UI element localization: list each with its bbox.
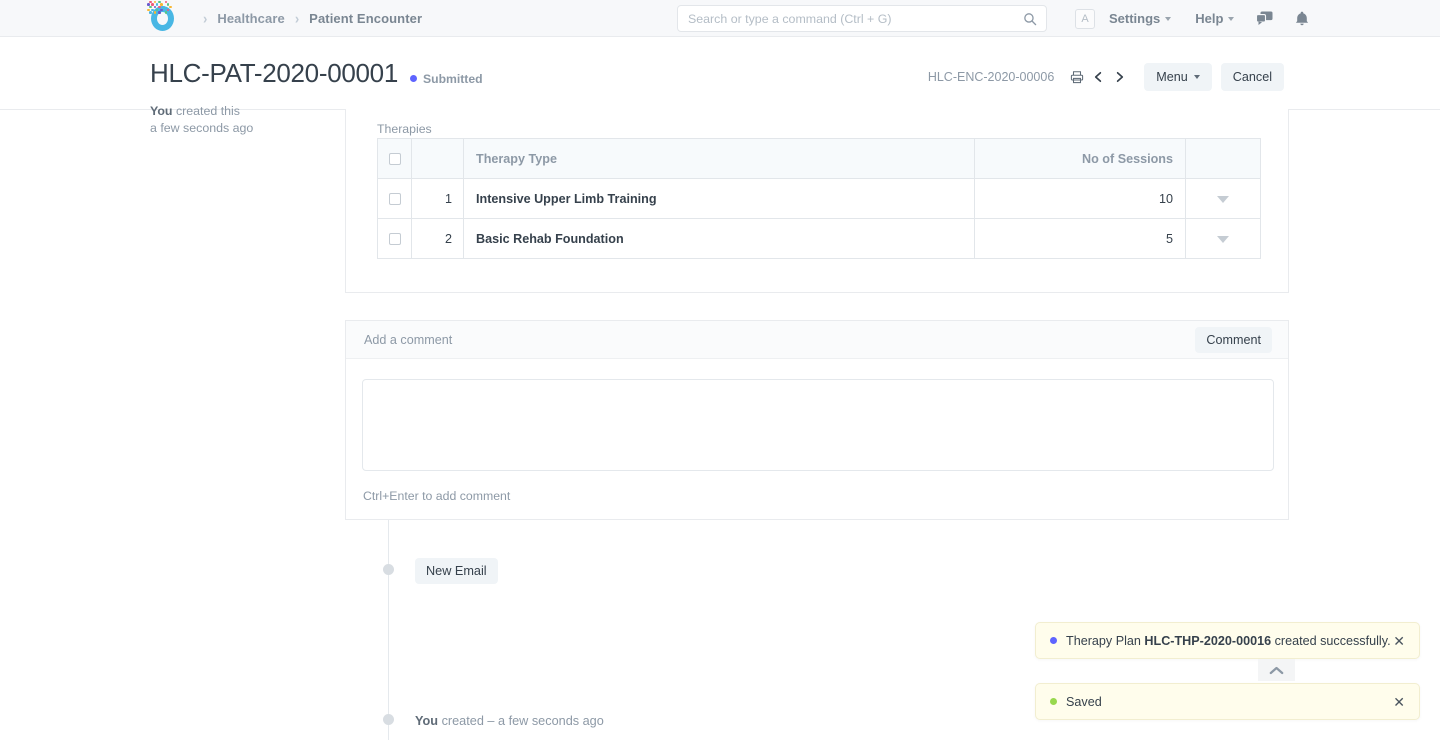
status-dot-icon — [410, 75, 417, 82]
help-label: Help — [1195, 11, 1223, 26]
timeline-entry-actor: You — [415, 714, 438, 728]
toast-saved: Saved ✕ — [1035, 683, 1420, 720]
toast-message-prefix: Saved — [1066, 695, 1102, 709]
toast-message-prefix: Therapy Plan — [1066, 634, 1144, 648]
search-box[interactable] — [677, 5, 1047, 32]
row-therapy-type[interactable]: Basic Rehab Foundation — [464, 219, 975, 259]
select-all-checkbox[interactable] — [389, 153, 401, 165]
sidebar-created-text: created this — [176, 104, 240, 118]
new-email-button[interactable]: New Email — [415, 558, 498, 584]
breadcrumb: › Healthcare › Patient Encounter — [193, 11, 422, 26]
timeline-dot — [383, 714, 394, 725]
comment-button[interactable]: Comment — [1195, 327, 1272, 353]
timeline-entry-text: You created – a few seconds ago — [415, 714, 604, 728]
toast-message-suffix: created successfully. — [1271, 634, 1390, 648]
comment-panel: Add a comment Comment Ctrl+Enter to add … — [345, 320, 1289, 520]
timeline-line — [388, 520, 389, 740]
help-menu[interactable]: Help — [1195, 11, 1234, 26]
bell-icon[interactable] — [1295, 11, 1309, 27]
therapies-panel: Therapies Therapy Type No of Sessions — [345, 109, 1289, 293]
row-index: 2 — [412, 219, 464, 259]
chevron-left-icon[interactable] — [1092, 70, 1105, 84]
status-dot-icon — [1050, 698, 1057, 705]
row-checkbox[interactable] — [389, 233, 401, 245]
therapies-section-label: Therapies — [377, 122, 432, 136]
row-select-cell[interactable] — [378, 219, 412, 259]
chevron-down-icon — [1194, 75, 1200, 79]
comment-panel-header: Add a comment Comment — [346, 321, 1288, 359]
add-comment-label: Add a comment — [364, 333, 452, 347]
top-navbar: › Healthcare › Patient Encounter A Setti… — [0, 0, 1440, 37]
status-badge: Submitted — [410, 72, 483, 86]
row-therapy-type[interactable]: Intensive Upper Limb Training — [464, 179, 975, 219]
row-index: 1 — [412, 179, 464, 219]
comment-input[interactable] — [362, 379, 1274, 471]
sidebar-created-line: You created this — [150, 103, 340, 120]
chevron-right-icon[interactable] — [1113, 70, 1126, 84]
select-all-header[interactable] — [378, 139, 412, 179]
settings-label: Settings — [1109, 11, 1160, 26]
search-input[interactable] — [678, 12, 1023, 26]
menu-button-label: Menu — [1156, 70, 1188, 84]
toast-therapy-plan-created: Therapy Plan HLC-THP-2020-00016 created … — [1035, 622, 1420, 659]
table-header-row: Therapy Type No of Sessions — [378, 139, 1261, 179]
actions-header — [1186, 139, 1261, 179]
chevron-down-icon[interactable] — [1217, 236, 1229, 243]
breadcrumb-item-healthcare[interactable]: Healthcare — [217, 11, 284, 26]
chat-icon[interactable] — [1256, 11, 1273, 26]
page-title: HLC-PAT-2020-00001 — [150, 60, 398, 86]
timeline-dot — [383, 564, 394, 575]
toast-message: Saved — [1066, 695, 1393, 709]
sidebar-created-actor: You — [150, 104, 172, 118]
status-label: Submitted — [423, 72, 483, 86]
timeline-item-new-email: New Email — [415, 558, 498, 584]
no-of-sessions-header: No of Sessions — [975, 139, 1186, 179]
page-title-group: HLC-PAT-2020-00001 Submitted — [150, 60, 483, 86]
cancel-button[interactable]: Cancel — [1221, 63, 1284, 91]
settings-menu[interactable]: Settings — [1109, 11, 1171, 26]
menu-button[interactable]: Menu — [1144, 63, 1212, 91]
row-select-cell[interactable] — [378, 179, 412, 219]
comment-hint: Ctrl+Enter to add comment — [363, 489, 510, 503]
status-dot-icon — [1050, 637, 1057, 644]
sidebar-created-time: a few seconds ago — [150, 120, 340, 137]
chevron-right-icon: › — [295, 9, 299, 26]
close-icon[interactable]: ✕ — [1393, 695, 1405, 709]
page-header-actions: HLC-ENC-2020-00006 Menu Cancel — [928, 63, 1284, 91]
table-row[interactable]: 2 Basic Rehab Foundation 5 — [378, 219, 1261, 259]
toast-message: Therapy Plan HLC-THP-2020-00016 created … — [1066, 634, 1393, 648]
toast-collapse-button[interactable] — [1258, 659, 1295, 681]
row-expand-cell[interactable] — [1186, 219, 1261, 259]
search-icon[interactable] — [1023, 12, 1037, 26]
row-checkbox[interactable] — [389, 193, 401, 205]
toast-message-doc: HLC-THP-2020-00016 — [1144, 634, 1271, 648]
chevron-down-icon — [1165, 17, 1171, 21]
close-icon[interactable]: ✕ — [1393, 634, 1405, 648]
therapies-table: Therapy Type No of Sessions 1 Intensive … — [377, 138, 1261, 259]
chevron-down-icon[interactable] — [1217, 196, 1229, 203]
row-sessions[interactable]: 10 — [975, 179, 1186, 219]
row-sessions[interactable]: 5 — [975, 219, 1186, 259]
chevron-right-icon: › — [203, 9, 207, 26]
avatar[interactable]: A — [1075, 9, 1095, 29]
index-header — [412, 139, 464, 179]
navbar-right-group: A Settings Help — [1075, 0, 1309, 37]
row-expand-cell[interactable] — [1186, 179, 1261, 219]
sidebar: You created this a few seconds ago — [150, 110, 340, 137]
timeline-item-created: You created – a few seconds ago — [415, 712, 604, 730]
therapy-type-header: Therapy Type — [464, 139, 975, 179]
frappe-logo-icon[interactable] — [147, 3, 178, 34]
page-header: HLC-PAT-2020-00001 Submitted HLC-ENC-202… — [0, 37, 1440, 110]
timeline-entry-detail: created – a few seconds ago — [442, 714, 604, 728]
chevron-down-icon — [1228, 17, 1234, 21]
breadcrumb-item-patient-encounter[interactable]: Patient Encounter — [309, 11, 422, 26]
printer-icon[interactable] — [1070, 70, 1084, 84]
related-document-link[interactable]: HLC-ENC-2020-00006 — [928, 70, 1054, 84]
table-row[interactable]: 1 Intensive Upper Limb Training 10 — [378, 179, 1261, 219]
